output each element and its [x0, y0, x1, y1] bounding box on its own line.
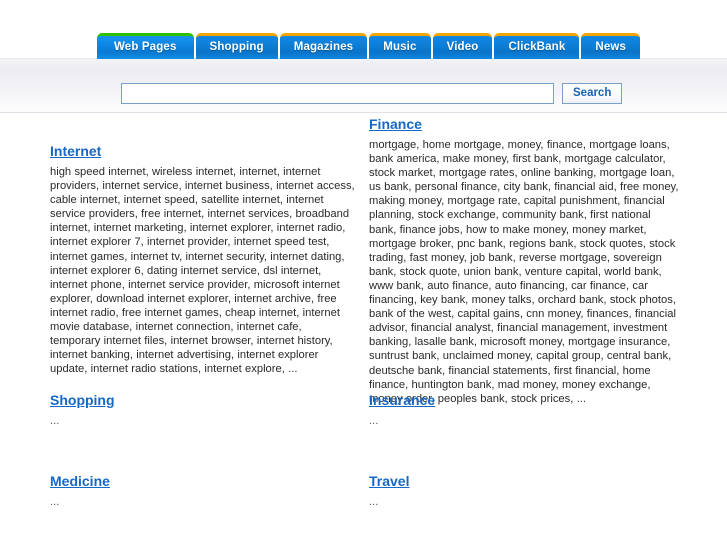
tab-bar: Web Pages Shopping Magazines Music Video Clic… [97, 33, 641, 59]
topic-terms: ... [369, 496, 379, 508]
topic-block: Internet high speed internet, wireless in… [50, 143, 355, 376]
page-header: Web Pages Shopping Magazines Music Video Clic… [0, 0, 727, 113]
topic-link-internet[interactable]: Internet [50, 143, 101, 159]
topic-link-finance[interactable]: Finance [369, 116, 422, 132]
topic-block: Insurance... [369, 392, 679, 428]
topic-terms: ... [369, 415, 379, 427]
topic-terms: ... [50, 496, 60, 508]
tab-clickbank[interactable]: ClickBank [494, 33, 580, 59]
topic-terms: ... [50, 415, 60, 427]
topic-block: Medicine... [50, 473, 355, 509]
search-button[interactable]: Search [562, 83, 623, 104]
topic-block: Finance mortgage, home mortgage, money, f… [369, 116, 679, 406]
topic-link-travel[interactable]: Travel [369, 473, 409, 489]
tab-web-pages[interactable]: Web Pages [97, 33, 194, 59]
search-row: Search [121, 83, 623, 104]
search-input[interactable] [121, 83, 554, 104]
topic-terms: mortgage, home mortgage, money, finance,… [369, 139, 679, 405]
topic-link-shopping[interactable]: Shopping [50, 392, 115, 408]
topic-link-medicine[interactable]: Medicine [50, 473, 110, 489]
tab-music[interactable]: Music [369, 33, 431, 59]
tab-news[interactable]: News [581, 33, 641, 59]
topic-block: Travel... [369, 473, 679, 509]
topic-link-insurance[interactable]: Insurance [369, 392, 435, 408]
tab-magazines[interactable]: Magazines [279, 33, 368, 59]
tab-video[interactable]: Video [432, 33, 493, 59]
topic-terms: high speed internet, wireless internet, … [50, 166, 355, 376]
topic-block: Shopping... [50, 392, 355, 428]
tab-shopping[interactable]: Shopping [195, 33, 278, 59]
